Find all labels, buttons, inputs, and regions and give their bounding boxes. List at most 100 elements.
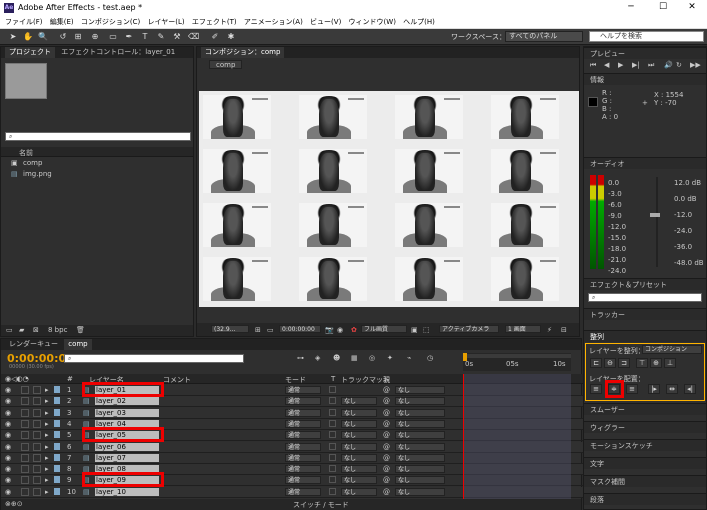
parent-select[interactable]: なし <box>395 453 445 462</box>
project-item-comp[interactable]: ▣ comp <box>1 158 193 169</box>
project-search-input[interactable]: ⌕ <box>5 132 191 141</box>
label-color[interactable] <box>54 453 60 461</box>
loop-icon[interactable]: ↻ <box>676 61 682 69</box>
character-header[interactable]: 文字 <box>584 457 706 469</box>
pick-whip-icon[interactable]: @ <box>383 443 390 451</box>
track-matte-select[interactable]: なし <box>341 476 377 485</box>
selection-tool-icon[interactable]: ➤ <box>8 32 18 42</box>
maximize-button[interactable]: ☐ <box>648 0 678 16</box>
layer-thumbnail[interactable] <box>299 95 367 139</box>
switch-mode-toggle[interactable]: スイッチ / モード <box>293 500 349 510</box>
menu-window[interactable]: ウィンドウ(W) <box>349 16 396 29</box>
align-top-icon[interactable]: ⊤ <box>636 358 648 368</box>
expand-arrow-icon[interactable]: ▸ <box>45 443 49 451</box>
parent-select[interactable]: なし <box>395 487 445 496</box>
layer-name[interactable]: layer_10 <box>95 487 159 496</box>
expand-arrow-icon[interactable]: ▸ <box>45 488 49 496</box>
minimize-button[interactable]: ─ <box>616 0 646 16</box>
label-color[interactable] <box>54 397 60 405</box>
draft-3d-icon[interactable]: ◈ <box>315 354 320 362</box>
smoother-header[interactable]: スムーザー <box>584 403 706 415</box>
comp-subtab[interactable]: comp <box>209 60 243 69</box>
label-color[interactable] <box>54 487 60 495</box>
first-frame-icon[interactable]: ⏮ <box>590 61 596 70</box>
workspace-select[interactable]: すべてのパネル <box>505 31 583 42</box>
effects-search-input[interactable]: ⌕ <box>588 293 702 302</box>
keyframe-icon[interactable]: ◷ <box>427 354 433 362</box>
solo-checkbox[interactable] <box>21 453 29 462</box>
label-color[interactable] <box>54 465 60 473</box>
rotate-tool-icon[interactable]: ↺ <box>58 32 68 42</box>
pick-whip-icon[interactable]: @ <box>383 488 390 496</box>
help-search-input[interactable]: ヘルプを検索 <box>589 31 704 42</box>
puppet-tool-icon[interactable]: ✱ <box>226 32 236 42</box>
solo-checkbox[interactable] <box>21 442 29 451</box>
expand-arrow-icon[interactable]: ▸ <box>45 465 49 473</box>
resolution-select[interactable]: フル画質 <box>361 325 407 333</box>
align-to-select[interactable]: コンポジション <box>642 345 702 354</box>
distribute-bottom-icon[interactable]: ≡ <box>626 384 638 394</box>
layer-thumbnail[interactable] <box>395 95 463 139</box>
lock-checkbox[interactable] <box>33 419 41 428</box>
blend-mode-select[interactable]: 通常 <box>285 408 321 417</box>
distribute-hcenter-icon[interactable]: ⇹ <box>666 384 678 394</box>
frame-blend-icon[interactable]: ▦ <box>351 354 358 362</box>
parent-select[interactable]: なし <box>395 442 445 451</box>
audio-header[interactable]: オーディオ <box>584 157 706 169</box>
menu-animation[interactable]: アニメーション(A) <box>244 16 303 29</box>
layer-name[interactable]: layer_06 <box>95 442 159 451</box>
align-hcenter-icon[interactable]: ⊖ <box>604 358 616 368</box>
lock-checkbox[interactable] <box>33 487 41 496</box>
layer-thumbnail[interactable] <box>491 95 559 139</box>
motion-sketch-header[interactable]: モーションスケッチ <box>584 439 706 451</box>
preview-header[interactable]: プレビュー <box>584 47 706 59</box>
layer-thumbnail[interactable] <box>203 95 271 139</box>
project-item-image[interactable]: ▤ img.png <box>1 169 193 180</box>
views-select[interactable]: 1 画面 <box>505 325 541 333</box>
ram-preview-icon[interactable]: ▶▶ <box>690 61 701 69</box>
blend-mode-select[interactable]: 通常 <box>285 465 321 474</box>
tab-project[interactable]: プロジェクト <box>5 47 55 58</box>
menu-file[interactable]: ファイル(F) <box>5 16 43 29</box>
track-matte-select[interactable]: なし <box>341 465 377 474</box>
layer-thumbnail[interactable] <box>299 149 367 193</box>
next-frame-icon[interactable]: ▶| <box>632 61 640 69</box>
solo-checkbox[interactable] <box>21 397 29 406</box>
mask-visibility-icon[interactable]: ▭ <box>267 326 274 334</box>
preserve-transparency-checkbox[interactable] <box>329 487 336 495</box>
pick-whip-icon[interactable]: @ <box>383 420 390 428</box>
motion-blur-icon[interactable]: ◎ <box>369 354 375 362</box>
solo-checkbox[interactable] <box>21 419 29 428</box>
track-matte-select[interactable]: なし <box>341 442 377 451</box>
menu-composition[interactable]: コンポジション(C) <box>81 16 140 29</box>
lock-checkbox[interactable] <box>33 442 41 451</box>
visibility-eye-icon[interactable]: ◉ <box>5 409 11 417</box>
solo-checkbox[interactable] <box>21 476 29 485</box>
shy-layers-icon[interactable]: ☻ <box>333 354 340 362</box>
time-ruler[interactable]: 0s 05s 10s <box>463 353 571 371</box>
layer-name[interactable]: layer_03 <box>95 408 159 417</box>
layer-name[interactable]: layer_07 <box>95 453 159 462</box>
hand-tool-icon[interactable]: ✋ <box>23 32 33 42</box>
lock-checkbox[interactable] <box>33 465 41 474</box>
expand-arrow-icon[interactable]: ▸ <box>45 420 49 428</box>
menu-view[interactable]: ビュー(V) <box>310 16 341 29</box>
menu-effect[interactable]: エフェクト(T) <box>192 16 237 29</box>
preserve-transparency-checkbox[interactable] <box>329 386 336 393</box>
comp-canvas[interactable] <box>199 91 579 307</box>
audio-slider-track[interactable] <box>656 177 658 267</box>
layer-thumbnail[interactable] <box>299 203 367 247</box>
mask-tool-icon[interactable]: ▭ <box>108 32 118 42</box>
last-frame-icon[interactable]: ⏭ <box>648 61 654 70</box>
visibility-eye-icon[interactable]: ◉ <box>5 465 11 473</box>
layer-thumbnail[interactable] <box>491 149 559 193</box>
align-right-icon[interactable]: ⊐ <box>618 358 630 368</box>
preserve-transparency-checkbox[interactable] <box>329 431 336 439</box>
layer-thumbnail[interactable] <box>395 149 463 193</box>
tracker-header[interactable]: トラッカー <box>584 308 706 320</box>
visibility-eye-icon[interactable]: ◉ <box>5 431 11 439</box>
parent-select[interactable]: なし <box>395 431 445 440</box>
preserve-transparency-checkbox[interactable] <box>329 465 336 473</box>
layer-thumbnail[interactable] <box>203 257 271 301</box>
expand-arrow-icon[interactable]: ▸ <box>45 454 49 462</box>
